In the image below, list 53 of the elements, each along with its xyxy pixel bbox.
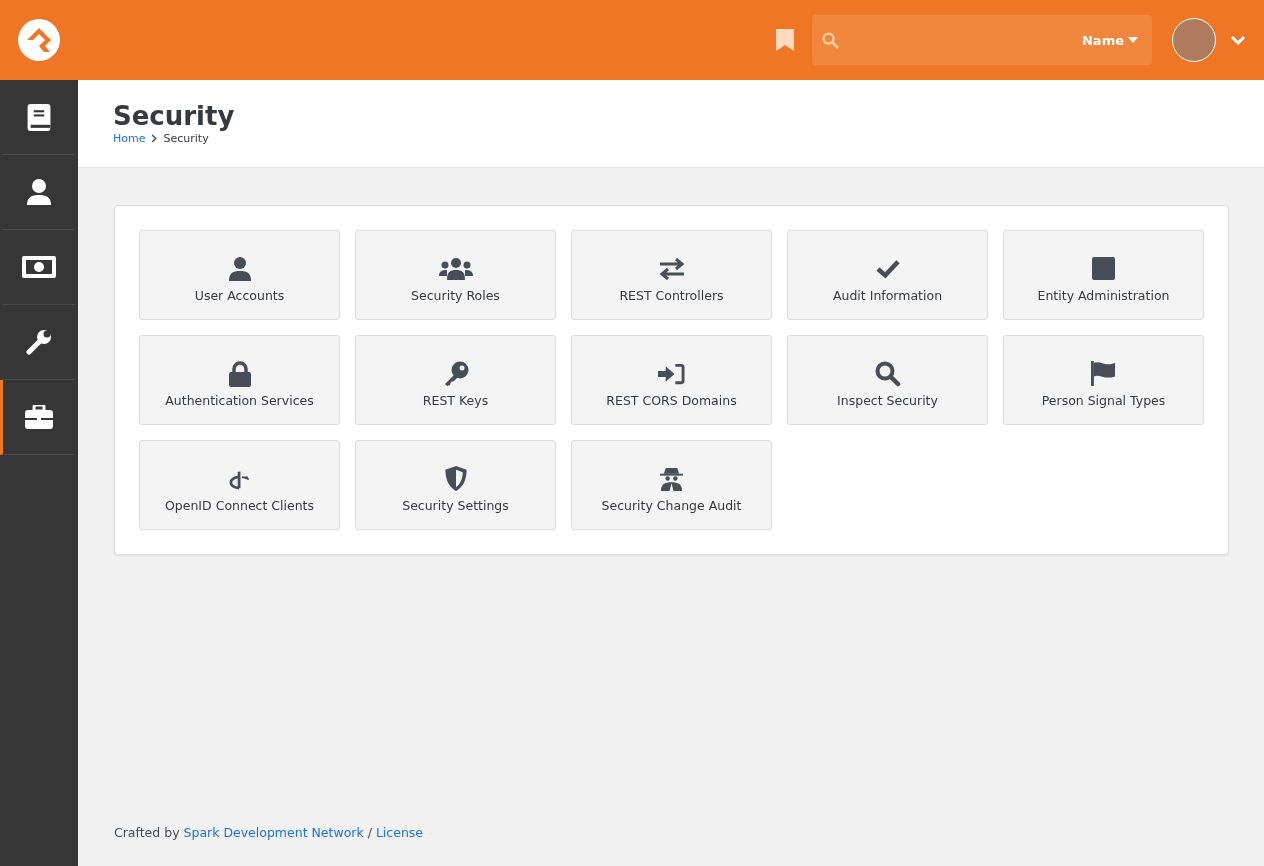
tile-label: Security Roles bbox=[411, 288, 500, 303]
tile-link[interactable]: REST Keys bbox=[355, 335, 556, 425]
flag-icon bbox=[1091, 360, 1116, 387]
tile-label: Security Settings bbox=[402, 498, 509, 513]
chevron-down-icon[interactable] bbox=[1230, 35, 1246, 45]
tile-link[interactable]: Person Signal Types bbox=[1003, 335, 1204, 425]
square-icon bbox=[1092, 255, 1115, 282]
tile-link[interactable]: Audit Information bbox=[787, 230, 988, 320]
breadcrumb-link[interactable]: Home bbox=[113, 132, 146, 145]
tile-link[interactable]: Inspect Security bbox=[787, 335, 988, 425]
money-icon bbox=[22, 256, 56, 278]
tile-link[interactable]: Security Settings bbox=[355, 440, 556, 530]
tile-link[interactable]: Authentication Services bbox=[139, 335, 340, 425]
search-icon bbox=[822, 31, 839, 49]
page-title: Security bbox=[113, 100, 235, 132]
shield-icon bbox=[443, 465, 468, 492]
logo-icon[interactable] bbox=[18, 19, 60, 61]
tile-label: Security Change Audit bbox=[601, 498, 742, 513]
avatar[interactable] bbox=[1172, 18, 1216, 62]
tile-label: Person Signal Types bbox=[1041, 393, 1166, 408]
tile-label: Entity Administration bbox=[1037, 288, 1170, 303]
wrench-icon bbox=[26, 329, 52, 355]
tile-label: User Accounts bbox=[194, 288, 285, 303]
footer-text: Crafted by Spark Development Network / License bbox=[114, 825, 424, 840]
people-group-icon bbox=[438, 255, 473, 282]
tile-label: REST Keys bbox=[422, 393, 489, 408]
book-icon bbox=[27, 103, 51, 131]
tile-link[interactable]: Security Roles bbox=[355, 230, 556, 320]
tile-label: Inspect Security bbox=[837, 393, 938, 408]
tile-label: REST Controllers bbox=[619, 288, 724, 303]
lock-icon bbox=[228, 360, 251, 387]
tile-link[interactable]: REST Controllers bbox=[571, 230, 772, 320]
tile-link[interactable]: Security Change Audit bbox=[571, 440, 772, 530]
chevron-right-icon bbox=[151, 134, 158, 143]
tile-link[interactable]: User Accounts bbox=[139, 230, 340, 320]
tile-label: Audit Information bbox=[832, 288, 943, 303]
tile-label: Authentication Services bbox=[165, 393, 314, 408]
breadcrumb-current: Security bbox=[163, 132, 209, 145]
license-link[interactable]: License bbox=[375, 825, 424, 840]
footer-link[interactable]: Spark Development Network bbox=[183, 825, 364, 840]
person-icon bbox=[27, 179, 51, 205]
tile-link[interactable]: REST CORS Domains bbox=[571, 335, 772, 425]
search-icon bbox=[874, 360, 901, 387]
tile-label: REST CORS Domains bbox=[606, 393, 737, 408]
briefcase-icon bbox=[25, 405, 53, 429]
tile-link[interactable]: Entity Administration bbox=[1003, 230, 1204, 320]
tile-label: OpenID Connect Clients bbox=[165, 498, 314, 513]
arrows-left-right-icon bbox=[657, 255, 686, 282]
tile-link[interactable]: OpenID Connect Clients bbox=[139, 440, 340, 530]
person-icon bbox=[228, 255, 251, 282]
caret-icon bbox=[1128, 37, 1138, 43]
spy-icon bbox=[660, 465, 683, 492]
sidebar-item[interactable] bbox=[0, 380, 75, 455]
